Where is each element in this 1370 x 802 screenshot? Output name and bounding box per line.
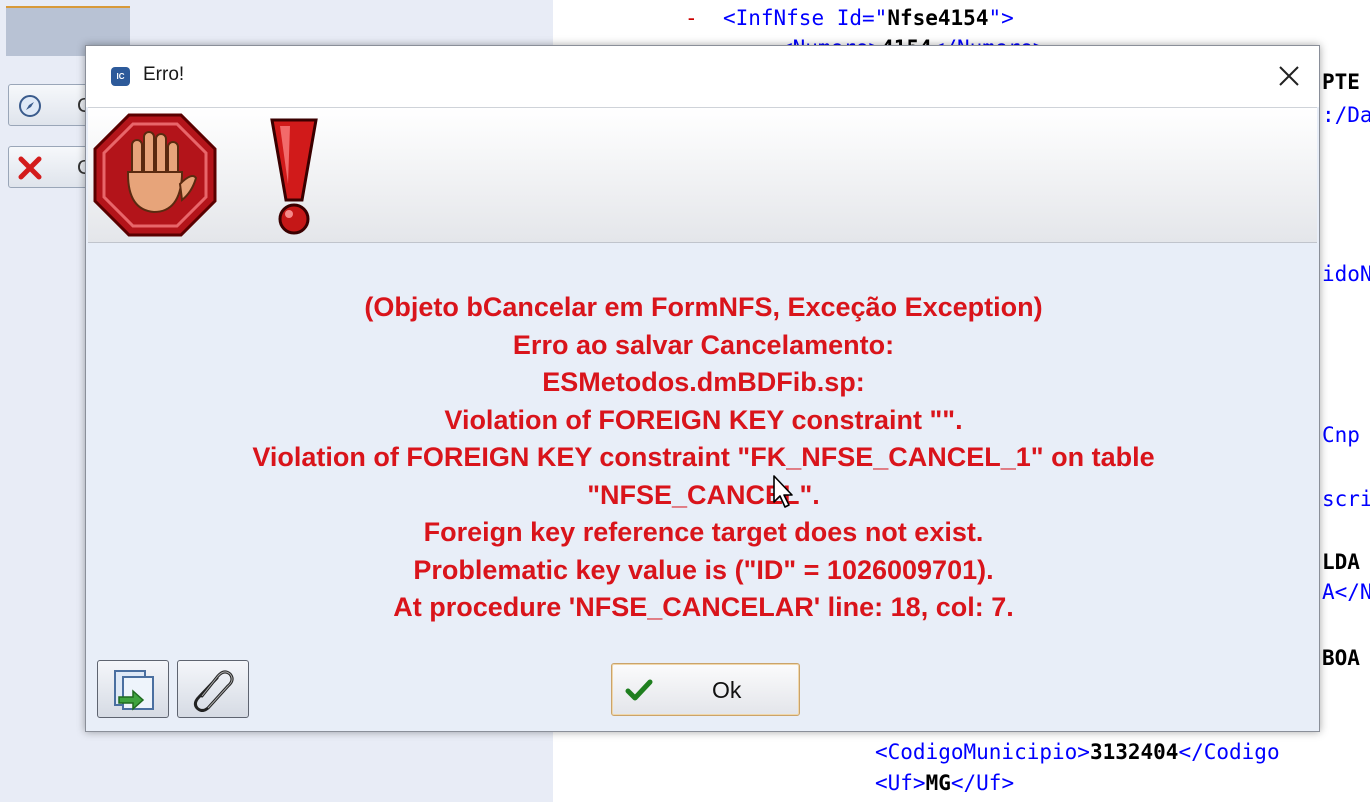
ok-button[interactable]: Ok: [611, 663, 800, 716]
xml-fragment: PTE: [1322, 70, 1360, 94]
mouse-cursor-icon: [773, 475, 793, 508]
copy-message-button[interactable]: [97, 660, 169, 718]
xml-fragment: BOA: [1322, 646, 1360, 670]
app-icon: IC: [111, 67, 130, 86]
dialog-titlebar: IC Erro!: [86, 46, 1319, 107]
dialog-title: Erro!: [143, 64, 185, 85]
compass-icon: [17, 93, 43, 119]
error-message-line: "NFSE_CANCEL".: [587, 479, 820, 510]
error-message-line: (Objeto bCancelar em FormNFS, Exceção Ex…: [364, 292, 1043, 322]
background-compass-button[interactable]: C: [8, 84, 92, 126]
error-message-line: ESMetodos.dmBDFib.sp:: [542, 367, 865, 397]
xml-line-infnfse: - <InfNfse Id="Nfse4154">: [685, 6, 1014, 30]
red-x-icon: [17, 155, 43, 181]
xml-fragment: scric: [1322, 487, 1370, 511]
stop-hand-icon: [93, 113, 217, 237]
error-message-line: Violation of FOREIGN KEY constraint "FK_…: [252, 442, 1155, 472]
xml-fragment: :/Da: [1322, 103, 1370, 127]
copy-document-icon: [114, 670, 154, 711]
close-button[interactable]: [1269, 56, 1309, 96]
attachment-button[interactable]: [177, 660, 249, 718]
checkmark-icon: [625, 679, 653, 701]
exclamation-icon: [270, 118, 318, 235]
error-message-line: Violation of FOREIGN KEY constraint "".: [444, 404, 963, 435]
xml-line-codigo-municipio: <CodigoMunicipio>3132404</Codigo: [875, 740, 1280, 764]
xml-fragment: LDA: [1322, 550, 1360, 574]
paperclip-icon: [193, 670, 234, 712]
xml-fragment: Cnp: [1322, 423, 1360, 447]
error-message-line: Problematic key value is ("ID" = 1026009…: [413, 554, 994, 585]
dialog-icon-band: [88, 107, 1317, 243]
error-message-line: Erro ao salvar Cancelamento:: [512, 329, 895, 360]
xml-fragment: A</N: [1322, 580, 1370, 604]
ok-button-label: Ok: [712, 677, 742, 703]
close-icon: [1279, 66, 1299, 86]
error-message-line: Foreign key reference target does not ex…: [423, 517, 984, 547]
error-message-line: At procedure 'NFSE_CANCELAR' line: 18, c…: [393, 592, 1014, 622]
error-dialog: IC Erro! (Objeto bCancelar em FormNFS, E…: [85, 45, 1320, 732]
xml-fragment: idoN: [1322, 262, 1370, 286]
xml-line-uf: <Uf>MG</Uf>: [875, 771, 1015, 795]
error-message: (Objeto bCancelar em FormNFS, Exceção Ex…: [116, 289, 1291, 627]
background-cancel-button[interactable]: C: [8, 146, 92, 188]
